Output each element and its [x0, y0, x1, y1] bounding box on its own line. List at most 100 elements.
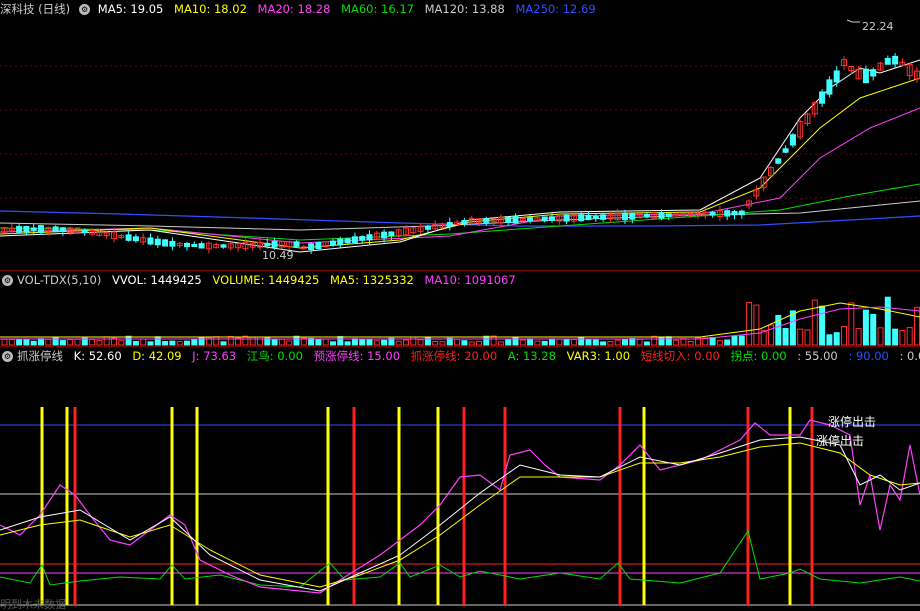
volume-bar — [403, 339, 409, 346]
candle — [578, 211, 585, 222]
candle — [140, 233, 147, 245]
volume-bar — [651, 335, 658, 346]
volume-bar — [570, 338, 577, 346]
volume-bar — [556, 338, 563, 346]
volume-bar — [227, 336, 234, 346]
signal-bar — [195, 407, 199, 605]
volume-bar — [884, 296, 891, 346]
volume-bar — [731, 335, 738, 346]
volume-bar — [23, 338, 30, 346]
volume-bar — [103, 336, 110, 346]
limit-signal-annotation-1: 涨停出击 — [828, 414, 876, 429]
candle — [8, 224, 15, 234]
high-price-label: 22.24 — [862, 20, 894, 33]
volume-bar — [410, 336, 417, 346]
volume-bar — [819, 305, 826, 346]
ma5-label: MA5: 19.05 — [97, 2, 164, 16]
volume-bar — [716, 340, 723, 346]
volume-bar — [680, 338, 687, 346]
var3-label: VAR3: 1.00 — [566, 349, 631, 363]
volume-bar — [862, 309, 869, 346]
candle — [59, 227, 66, 237]
candle — [373, 231, 380, 240]
volume-bar — [38, 338, 44, 346]
volume-bar — [585, 339, 592, 346]
volume-bar — [811, 299, 818, 346]
volume-bar — [220, 341, 227, 346]
volume-bar — [176, 341, 183, 346]
indicator-title[interactable]: 抓涨停线 — [17, 349, 63, 363]
indicator-legend: ⚙ 抓涨停线 K: 52.60 D: 42.09 J: 73.63 江鸟: 0.0… — [0, 347, 920, 365]
volume-bar — [96, 340, 103, 346]
candle — [235, 243, 242, 253]
candle — [446, 217, 453, 231]
candle — [505, 216, 512, 226]
volume-bar — [665, 336, 672, 346]
volume-bar — [59, 340, 66, 346]
volume-bar — [622, 339, 628, 346]
indicator-chart[interactable]: 涨停出击 涨停出击 明到木未数据 — [0, 365, 920, 611]
signal-bar — [397, 407, 401, 605]
level-90-label: : 90.00 — [848, 349, 889, 363]
volume-bar — [738, 335, 745, 346]
candle — [884, 55, 891, 65]
candle — [52, 225, 59, 233]
volume-bar — [658, 336, 665, 346]
ma250-label: MA250: 12.69 — [515, 2, 596, 16]
volume-bar — [278, 338, 285, 346]
volume-bar — [89, 338, 96, 346]
volume-bar — [344, 341, 351, 346]
candle — [819, 89, 826, 107]
volume-chart[interactable] — [0, 289, 920, 346]
signal-bar — [746, 407, 750, 605]
volume-bar — [315, 338, 322, 346]
price-chart[interactable]: 22.24 10.49 — [0, 18, 920, 270]
volume-bar — [899, 329, 906, 346]
volume-bar — [855, 328, 862, 346]
volume-title[interactable]: VOL-TDX(5,10) — [17, 273, 101, 287]
candle — [198, 241, 205, 249]
j-line — [0, 419, 920, 594]
j-label: J: 73.63 — [192, 349, 237, 363]
volume-bar — [147, 341, 154, 346]
candle — [585, 211, 592, 221]
volume-bar — [724, 339, 731, 346]
volume-settings-gear-icon[interactable]: ⚙ — [2, 275, 13, 286]
volume-bar — [67, 339, 74, 346]
candle — [848, 65, 855, 75]
price-chart-svg: 22.24 10.49 — [0, 19, 920, 262]
volume-bar — [797, 328, 804, 346]
candle — [176, 241, 183, 249]
settings-gear-icon[interactable]: ⚙ — [79, 4, 91, 15]
volume-bar — [534, 340, 541, 346]
ma120-line — [0, 200, 920, 231]
volume-bar — [848, 302, 855, 346]
volume-bar — [118, 340, 125, 346]
candle — [804, 112, 811, 126]
candle — [833, 66, 840, 87]
limit-line-label: 抓涨停线: 20.00 — [410, 349, 498, 363]
indicator-chart-svg: 涨停出击 涨停出击 明到木未数据 — [0, 407, 920, 611]
volume-bar — [271, 338, 278, 346]
candle — [753, 185, 760, 200]
volume-bar — [213, 336, 220, 346]
candle — [381, 229, 388, 243]
volume-bar — [607, 340, 614, 346]
volume-bar — [870, 313, 877, 346]
signal-bars — [40, 407, 814, 605]
vol-ma5-label: MA5: 1325332 — [329, 273, 414, 287]
candle — [724, 209, 731, 221]
candle — [147, 233, 154, 246]
indicator-settings-gear-icon[interactable]: ⚙ — [2, 351, 13, 362]
low-price-label: 10.49 — [262, 249, 294, 262]
candle — [227, 241, 234, 251]
volume-bar — [359, 338, 366, 346]
stock-title[interactable]: 深科技 (日线) — [0, 2, 70, 16]
volume-label: VOLUME: 1449425 — [212, 273, 320, 287]
candle — [118, 233, 125, 240]
candle — [103, 231, 110, 240]
volume-bar — [330, 341, 336, 346]
signal-bar — [618, 407, 622, 605]
volume-bar — [563, 338, 570, 346]
volume-bar — [826, 334, 833, 346]
